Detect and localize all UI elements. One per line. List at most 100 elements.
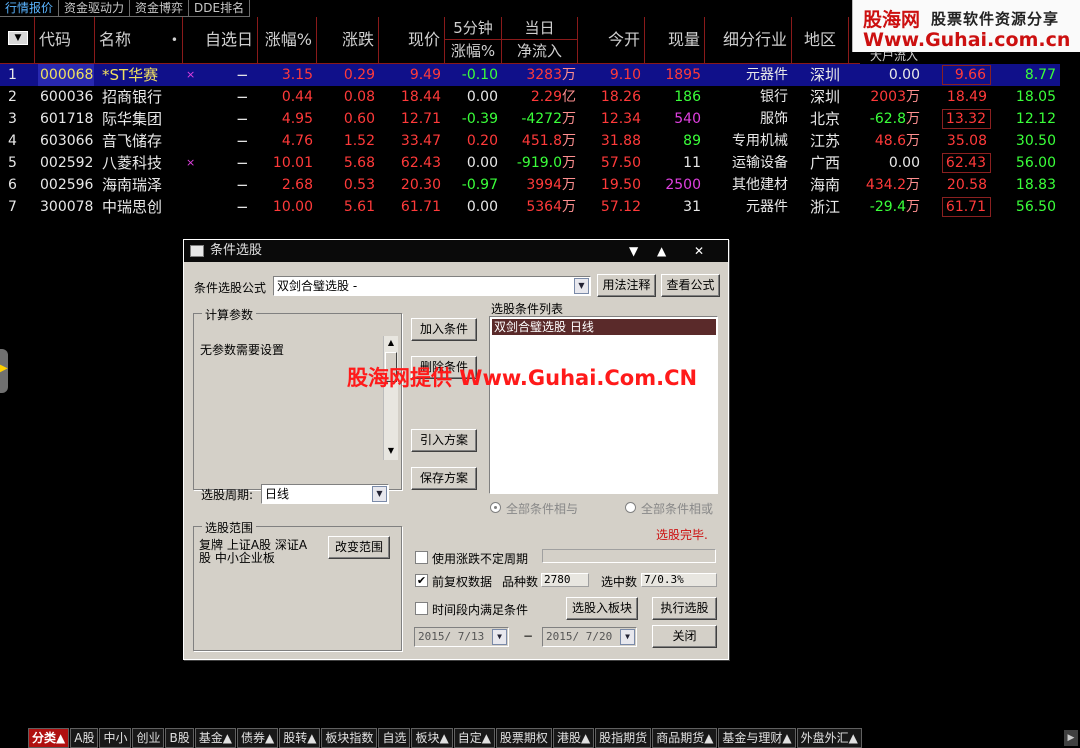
- radio-or-label: 全部条件相或: [641, 502, 714, 516]
- tab-fund-game[interactable]: 资金博弈: [130, 0, 190, 17]
- quote-table-header: ▼ 代码 名称 • 自选日 涨幅% 涨跌 现价 5分钟 涨幅% 当日 净流入 今开…: [0, 17, 918, 64]
- tab-stock-options[interactable]: 股票期权: [495, 728, 552, 748]
- tab-hk-stock[interactable]: 港股▲: [552, 728, 595, 748]
- import-plan-button[interactable]: 引入方案: [411, 429, 477, 452]
- list-item[interactable]: 双剑合璧选股 日线: [492, 319, 716, 335]
- column-menu-dropdown-icon[interactable]: ▼: [8, 31, 28, 45]
- date-separator: −: [523, 629, 534, 643]
- table-row[interactable]: 3 601718 际华集团 − 4.95 0.60 12.71 -0.39 -4…: [0, 108, 1060, 130]
- header-code[interactable]: 代码: [35, 17, 95, 64]
- scroll-down-icon[interactable]: ▼: [384, 444, 398, 458]
- header-big-inflow[interactable]: 大户流入: [849, 51, 939, 63]
- tab-dde-rank[interactable]: DDE排名: [189, 0, 251, 17]
- header-5min[interactable]: 5分钟: [445, 17, 502, 40]
- tab-fund-finance[interactable]: 基金与理财▲: [718, 728, 796, 748]
- tab-b-share[interactable]: B股: [165, 728, 194, 748]
- table-row[interactable]: 1 000068 *ST华赛 × − 3.15 0.29 9.49 -0.10 …: [0, 64, 1060, 86]
- side-expand-handle[interactable]: ▶: [0, 349, 8, 393]
- table-row[interactable]: 2 600036 招商银行 − 0.44 0.08 18.44 0.00 2.2…: [0, 86, 1060, 108]
- close-button[interactable]: 关闭: [652, 625, 717, 648]
- tab-neeq[interactable]: 股转▲: [279, 728, 321, 748]
- range-text: 复牌 上证A股 深证A股 中小企业板: [199, 538, 308, 565]
- date-from-picker[interactable]: 2015/ 7/13 ▼: [414, 627, 509, 647]
- condition-list[interactable]: 双剑合璧选股 日线: [489, 316, 718, 494]
- chevron-down-icon: ▼: [574, 278, 589, 294]
- varieties-label: 品种数: [502, 575, 539, 589]
- header-region[interactable]: 地区: [792, 17, 849, 64]
- table-row[interactable]: 4 603066 音飞储存 − 4.76 1.52 33.47 0.20 451…: [0, 130, 1060, 152]
- chevron-down-icon: ▼: [620, 629, 635, 645]
- tab-a-share[interactable]: A股: [70, 728, 99, 748]
- tab-forex[interactable]: 外盘外汇▲: [796, 728, 862, 748]
- expand-icon[interactable]: ▲: [657, 240, 666, 262]
- period-label: 选股周期:: [201, 488, 254, 502]
- checkbox-period[interactable]: [415, 602, 428, 615]
- tab-custom[interactable]: 自定▲: [453, 728, 495, 748]
- header-price[interactable]: 现价: [379, 17, 445, 64]
- watermark: 股海网提供 Www.Guhai.Com.CN: [347, 366, 698, 390]
- date-to-picker[interactable]: 2015/ 7/20 ▼: [542, 627, 637, 647]
- checkbox-fq[interactable]: ✔: [415, 574, 428, 587]
- tab-category[interactable]: 分类▲: [28, 728, 70, 748]
- header-selday[interactable]: 自选日: [183, 17, 258, 64]
- top-tab-bar: 行情报价 资金驱动力 资金博弈 DDE排名: [0, 0, 251, 17]
- banner-slogan: 股票软件资源分享: [931, 10, 1060, 28]
- tab-fund-drive[interactable]: 资金驱动力: [59, 0, 131, 17]
- params-text: 无参数需要设置: [200, 343, 285, 357]
- params-scrollbar[interactable]: ▲ ▼: [383, 336, 398, 460]
- period-select[interactable]: 日线 ▼: [261, 484, 389, 504]
- tab-scroll-right-icon[interactable]: ▶: [1064, 730, 1078, 746]
- radio-or[interactable]: [625, 502, 636, 513]
- tab-quotes[interactable]: 行情报价: [0, 0, 60, 17]
- params-title: 计算参数: [202, 306, 257, 323]
- tab-bond[interactable]: 债券▲: [236, 728, 279, 748]
- sort-dot-icon: •: [170, 33, 178, 47]
- tab-sme[interactable]: 中小: [99, 728, 132, 748]
- header-change-pct[interactable]: 涨幅%: [258, 17, 317, 64]
- header-name[interactable]: 名称 •: [95, 17, 183, 64]
- table-row[interactable]: 6 002596 海南瑞泽 − 2.68 0.53 20.30 -0.97 39…: [0, 174, 1060, 196]
- banner-logo: 股海网: [863, 9, 921, 31]
- checkbox-fq-label: 前复权数据: [432, 575, 493, 589]
- range-title: 选股范围: [202, 519, 257, 536]
- tab-fund[interactable]: 基金▲: [194, 728, 236, 748]
- header-open[interactable]: 今开: [578, 17, 645, 64]
- view-formula-button[interactable]: 查看公式: [661, 274, 720, 297]
- header-menu-cell: ▼: [0, 17, 35, 64]
- header-today[interactable]: 当日: [502, 17, 578, 40]
- change-range-button[interactable]: 改变范围: [328, 536, 390, 559]
- checkbox-uncertain[interactable]: [415, 551, 428, 564]
- table-row[interactable]: 5 002592 八菱科技 × − 10.01 5.68 62.43 0.00 …: [0, 152, 1060, 174]
- execute-select-button[interactable]: 执行选股: [652, 597, 717, 620]
- scroll-up-icon[interactable]: ▲: [384, 336, 398, 350]
- formula-select[interactable]: 双剑合璧选股 - ▼: [273, 276, 591, 296]
- tab-sector[interactable]: 板块▲: [411, 728, 453, 748]
- tab-sector-index[interactable]: 板块指数: [321, 728, 378, 748]
- tab-watchlist[interactable]: 自选: [378, 728, 411, 748]
- collapse-icon[interactable]: ▼: [629, 240, 638, 262]
- checkbox-period-label: 时间段内满足条件: [432, 603, 529, 617]
- stock-terminal-window: 行情报价 资金驱动力 资金博弈 DDE排名 股海网 股票软件资源分享 Www.G…: [0, 0, 1080, 748]
- header-industry[interactable]: 细分行业: [705, 17, 792, 64]
- add-condition-button[interactable]: 加入条件: [411, 318, 477, 341]
- formula-label: 条件选股公式: [194, 281, 267, 295]
- banner-url: Www.Guhai.com.cn: [863, 29, 1071, 51]
- tab-commodity-futures[interactable]: 商品期货▲: [652, 728, 718, 748]
- usage-note-button[interactable]: 用法注释: [597, 274, 656, 297]
- table-row[interactable]: 7 300078 中瑞思创 − 10.00 5.61 61.71 0.00 53…: [0, 196, 1060, 218]
- header-5min-pct[interactable]: 涨幅%: [445, 40, 502, 63]
- selected-label: 选中数: [601, 575, 638, 589]
- dialog-titlebar[interactable]: 条件选股 ▼ ▲ ✕: [184, 240, 728, 262]
- select-to-block-button[interactable]: 选股入板块: [566, 597, 638, 620]
- chevron-down-icon: ▼: [492, 629, 507, 645]
- header-net-inflow[interactable]: 净流入: [502, 40, 578, 63]
- header-change[interactable]: 涨跌: [317, 17, 379, 64]
- site-banner: 股海网 股票软件资源分享 Www.Guhai.com.cn: [852, 0, 1080, 52]
- tab-index-futures[interactable]: 股指期货: [595, 728, 652, 748]
- tab-gem[interactable]: 创业: [132, 728, 165, 748]
- radio-and[interactable]: [490, 502, 501, 513]
- chevron-right-icon: ▶: [0, 363, 8, 374]
- close-icon[interactable]: ✕: [694, 240, 704, 262]
- header-volume[interactable]: 现量: [645, 17, 705, 64]
- save-plan-button[interactable]: 保存方案: [411, 467, 477, 490]
